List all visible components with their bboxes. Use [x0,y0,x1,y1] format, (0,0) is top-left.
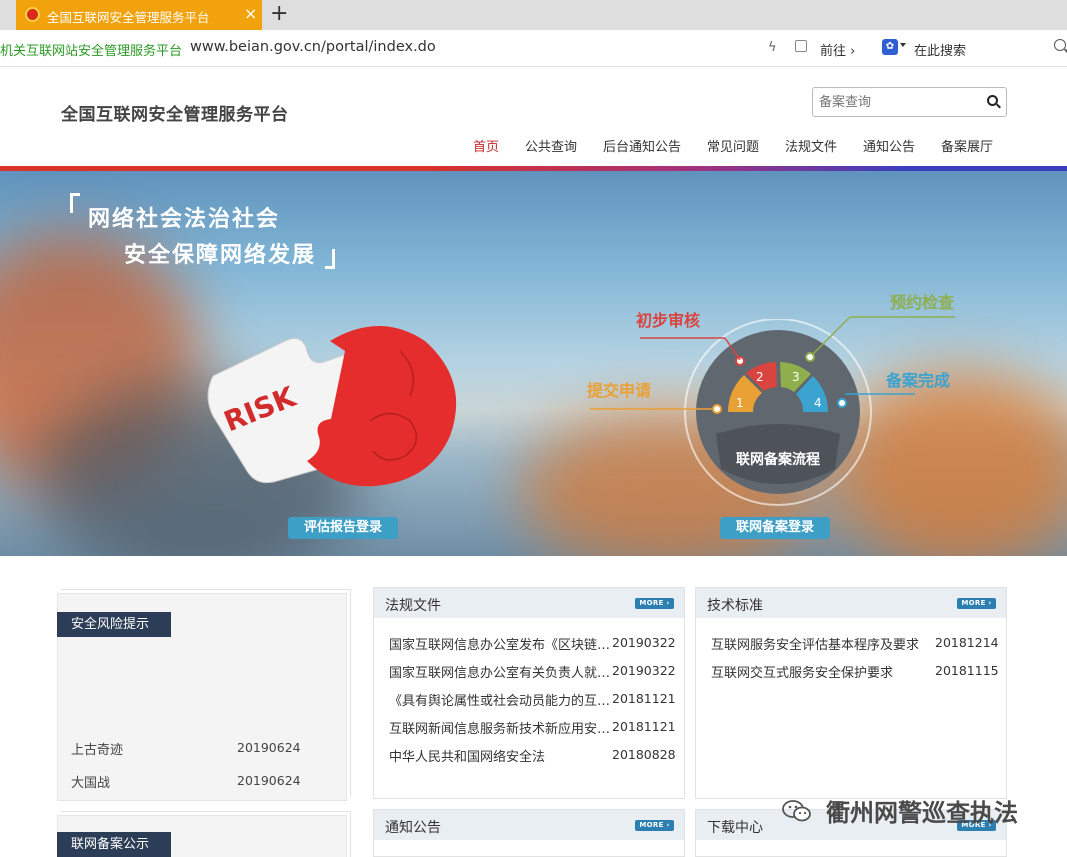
notices-panel-header: 通知公告 MORE › [374,810,684,840]
law-item-title[interactable]: 中华人民共和国网络安全法 [389,746,611,765]
law-item-title[interactable]: 《具有舆论属性或社会动员能力的互联网信息服务安全评估规定》 [389,690,611,709]
site-emblem-icon [25,7,40,22]
hero-banner: 网络社会法治社会 安全保障网络发展 RISK 1 2 3 4 联网备案流程 提交… [0,171,1067,556]
goto-button[interactable]: 前往 › [820,40,855,59]
law-item-title[interactable]: 国家互联网信息办公室发布《区块链信息服务管理规定》 [389,634,611,653]
browser-tab-bar: 全国互联网安全管理服务平台 × + [0,0,1067,30]
law-item-date: 20190322 [612,635,676,650]
filing-search-input[interactable] [819,93,979,111]
site-title: 全国互联网安全管理服务平台 [61,105,289,125]
watermark-text: 衢州网警巡查执法 [826,799,1018,827]
browser-tab-active[interactable]: 全国互联网安全管理服务平台 × [16,0,262,30]
step-complete-label: 备案完成 [886,371,951,390]
step-inspection-label: 预约检查 [890,293,955,312]
laws-panel: 法规文件 MORE › 国家互联网信息办公室发布《区块链信息服务管理规定》 20… [373,587,685,799]
laws-panel-header: 法规文件 MORE › [374,588,684,618]
law-item-title[interactable]: 国家互联网信息办公室有关负责人就《区块链信息服务管理规定》答记者问 [389,662,611,681]
downloads-panel-title: 下载中心 [707,820,763,836]
law-item-title[interactable]: 互联网新闻信息服务新技术新应用安全评估管理规定 [389,718,611,737]
nav-item-laws[interactable]: 法规文件 [785,136,837,155]
quote-bracket [70,193,80,213]
standard-item-title[interactable]: 互联网交互式服务安全保护要求 [711,662,933,681]
standards-panel-header: 技术标准 MORE › [696,588,1006,618]
risk-item-date: 20190624 [237,773,301,788]
flow-title: 联网备案流程 [736,451,820,468]
risk-item-title[interactable]: 大国战 [71,772,110,791]
standards-more-button[interactable]: MORE › [957,598,996,609]
risk-item-title[interactable]: 上古奇迹 [71,739,123,758]
standard-item-date: 20181115 [935,663,999,678]
search-icon[interactable] [1054,39,1066,51]
baidu-paw-icon[interactable]: ✿ [882,39,898,55]
filing-login-button[interactable]: 联网备案登录 [720,517,830,539]
chevron-down-icon[interactable] [900,43,906,47]
share-icon[interactable] [795,40,807,52]
nav-item-faq[interactable]: 常见问题 [707,136,759,155]
filing-search-box [812,87,1007,117]
address-bar: 机关互联网站安全管理服务平台 www.beian.gov.cn/portal/i… [0,30,1067,67]
notices-panel-title: 通知公告 [385,820,441,836]
url-input[interactable]: www.beian.gov.cn/portal/index.do [190,39,436,55]
site-identity-label: 机关互联网站安全管理服务平台 [0,44,183,59]
standards-panel-title: 技术标准 [707,598,763,614]
search-icon[interactable] [987,95,998,106]
standard-item-date: 20181214 [935,635,999,650]
law-item-date: 20181121 [612,691,676,706]
wechat-icon [782,800,811,822]
security-risk-tag: 安全风险提示 [57,612,171,637]
nav-item-notices[interactable]: 通知公告 [863,136,915,155]
browser-tab-title: 全国互联网安全管理服务平台 [47,10,210,25]
quote-bracket [325,249,335,269]
nav-item-admin-notices[interactable]: 后台通知公告 [603,136,681,155]
lightning-icon[interactable]: ϟ [768,40,777,55]
standards-panel: 技术标准 MORE › 互联网服务安全评估基本程序及要求 20181214 互联… [695,587,1007,799]
close-tab-icon[interactable]: × [244,4,257,24]
law-item-date: 20190322 [612,663,676,678]
banner-slogan-line1: 网络社会法治社会 [88,207,281,232]
nav-item-showroom[interactable]: 备案展厅 [941,136,993,155]
notices-more-button[interactable]: MORE › [635,820,674,831]
risk-item-date: 20190624 [237,740,301,755]
browser-search-input[interactable]: 在此搜索 [914,40,966,59]
nav-item-public-query[interactable]: 公共查询 [525,136,577,155]
laws-panel-title: 法规文件 [385,598,441,614]
nav-item-home[interactable]: 首页 [473,136,499,155]
laws-more-button[interactable]: MORE › [635,598,674,609]
filing-announcement-tag: 联网备案公示 [57,832,171,857]
banner-slogan-line2: 安全保障网络发展 [124,243,317,268]
risk-puzzle-illustration: RISK [207,326,457,487]
standard-item-title[interactable]: 互联网服务安全评估基本程序及要求 [711,634,933,653]
law-item-date: 20181121 [612,719,676,734]
notices-panel: 通知公告 MORE › [373,809,685,857]
law-item-date: 20180828 [612,747,676,762]
step-submit-label: 提交申请 [587,381,652,400]
new-tab-button[interactable]: + [270,2,288,26]
assessment-report-login-button[interactable]: 评估报告登录 [288,517,398,539]
step-review-label: 初步审核 [636,311,701,330]
